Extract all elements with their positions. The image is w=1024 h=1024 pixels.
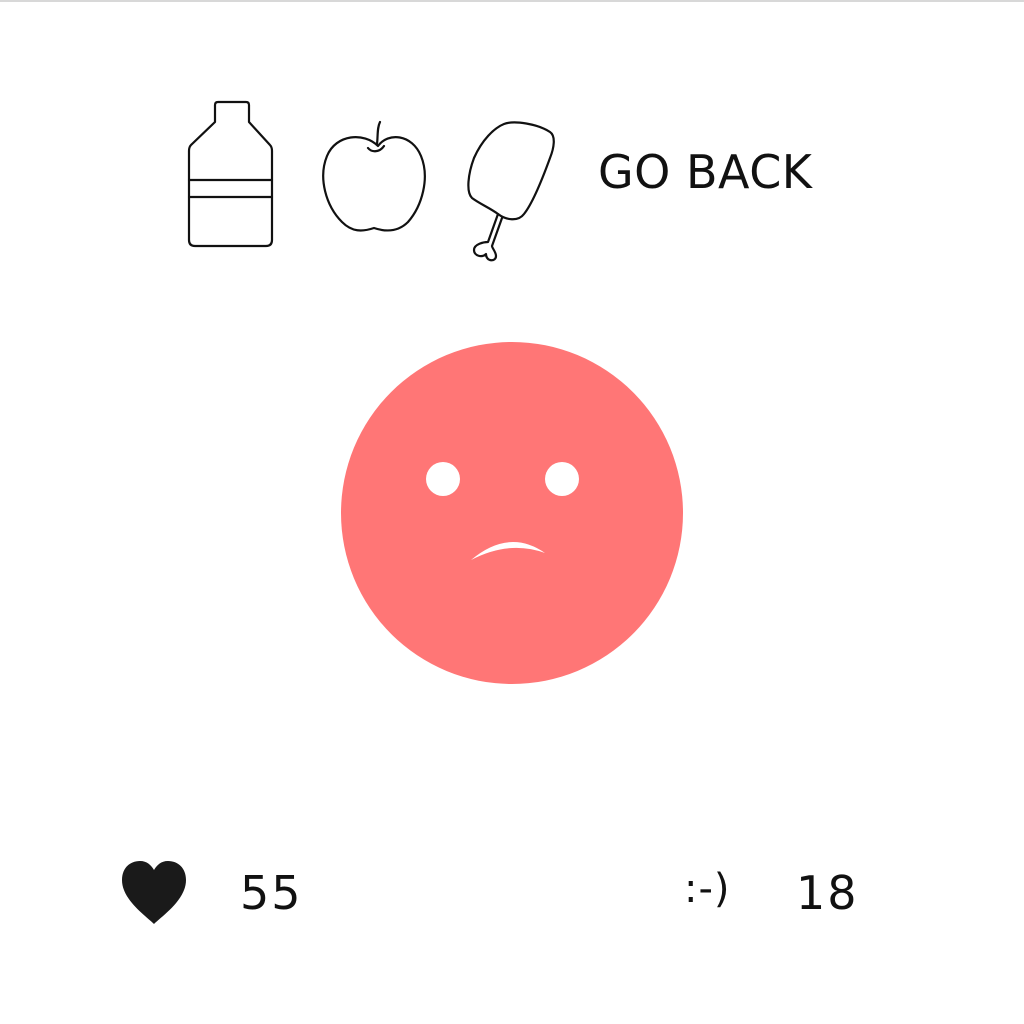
mood-icon: :-) — [684, 866, 731, 912]
feed-toolbar: GO BACK — [0, 0, 1024, 280]
face-circle — [341, 342, 683, 684]
apple-icon — [322, 120, 426, 232]
go-back-button[interactable]: GO BACK — [598, 142, 812, 202]
meat-button[interactable] — [462, 118, 558, 268]
apple-button[interactable] — [318, 118, 430, 238]
bottle-button[interactable] — [184, 100, 276, 250]
right-eye — [545, 462, 579, 496]
drumstick-icon — [467, 121, 555, 262]
mood-value: 18 — [796, 866, 859, 920]
health-value: 55 — [240, 866, 303, 920]
bottle-icon — [187, 100, 274, 248]
left-eye — [426, 462, 460, 496]
heart-icon — [122, 861, 186, 924]
pet-face[interactable] — [341, 342, 683, 684]
